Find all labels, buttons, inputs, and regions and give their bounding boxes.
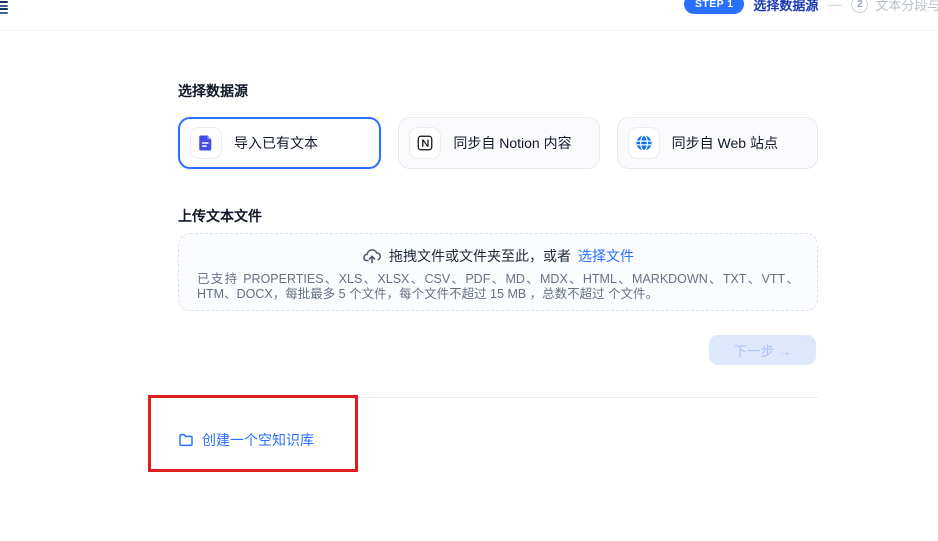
datasource-option-label: 同步自 Web 站点 [672, 133, 778, 153]
file-dropzone[interactable]: 拖拽文件或文件夹至此，或者 选择文件 已支持 PROPERTIES、XLS、XL… [178, 233, 818, 311]
step2-label: 文本分段与清洗 [875, 0, 938, 14]
file-text-icon [190, 127, 222, 159]
notion-icon [409, 127, 441, 159]
create-empty-kb-link[interactable]: 创建一个空知识库 [178, 430, 314, 450]
dropzone-instruction: 拖拽文件或文件夹至此，或者 [389, 246, 571, 266]
upload-section-title: 上传文本文件 [178, 206, 262, 226]
next-step-button[interactable]: 下一步 → [709, 335, 816, 365]
datasource-option-label: 导入已有文本 [234, 133, 318, 153]
step1-badge: STEP 1 [684, 0, 744, 14]
step1-label: 选择数据源 [753, 0, 818, 14]
datasource-option-notion[interactable]: 同步自 Notion 内容 [398, 117, 599, 169]
wizard-stepper: STEP 1 选择数据源 — 2 文本分段与清洗 [684, 0, 938, 15]
folder-icon [178, 432, 194, 448]
dropzone-instruction-row: 拖拽文件或文件夹至此，或者 选择文件 [197, 245, 799, 267]
top-header-bar: STEP 1 选择数据源 — 2 文本分段与清洗 [0, 0, 938, 31]
datasource-option-web[interactable]: 同步自 Web 站点 [617, 117, 818, 169]
step2-number-circle: 2 [851, 0, 868, 13]
datasource-option-label: 同步自 Notion 内容 [453, 133, 571, 153]
cloud-upload-icon [362, 246, 382, 266]
datasource-options: 导入已有文本 同步自 Notion 内容 同步自 Web 站点 [178, 117, 818, 169]
browse-files-link[interactable]: 选择文件 [578, 246, 634, 266]
step-separator: — [828, 0, 841, 12]
create-empty-kb-label: 创建一个空知识库 [202, 430, 314, 450]
globe-icon [628, 127, 660, 159]
footer-divider [178, 397, 818, 398]
hamburger-menu-icon[interactable] [0, 1, 9, 15]
dropzone-supported-formats-hint: 已支持 PROPERTIES、XLS、XLSX、CSV、PDF、MD、MDX、H… [197, 272, 799, 302]
datasource-section-title: 选择数据源 [178, 81, 248, 101]
datasource-option-import-text[interactable]: 导入已有文本 [178, 117, 381, 169]
